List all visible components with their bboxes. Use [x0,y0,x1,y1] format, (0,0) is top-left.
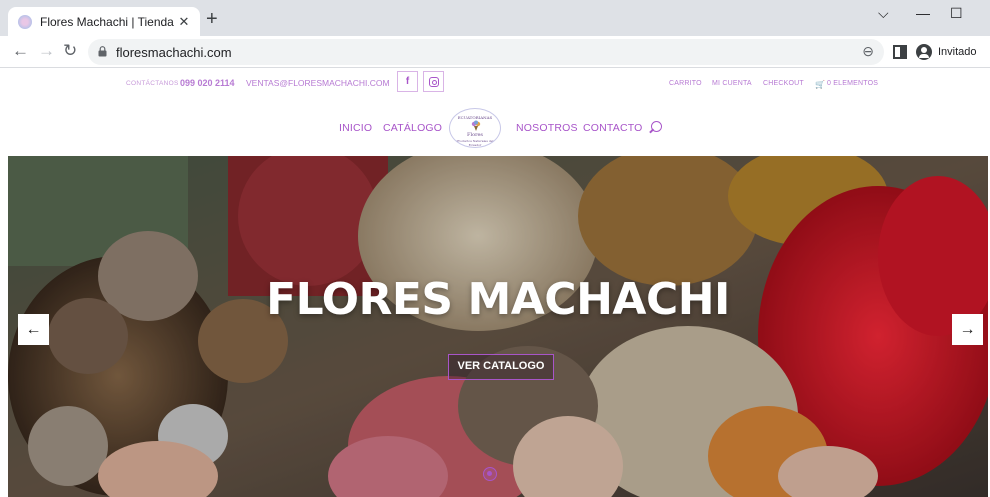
account-link[interactable]: MI CUENTA [712,80,752,87]
search-icon[interactable] [651,121,662,132]
browser-tab[interactable]: Flores Machachi | Tienda Online ✕ [8,7,200,36]
logo-name: Flores [467,132,483,138]
profile-button[interactable]: Invitado [912,40,985,64]
browser-tabstrip: Flores Machachi | Tienda Online ✕ + ⌵ — … [0,0,990,36]
checkout-link[interactable]: CHECKOUT [763,80,804,87]
logo-tagline: Productos Naturales del Ecuador [456,139,494,147]
site-logo[interactable]: ECUATORIANAS Flores Productos Naturales … [449,108,501,148]
site-topbar: CONTÁCTANOS 099 020 2114 VENTAS@FLORESMA… [0,69,990,99]
slide-indicator[interactable] [483,467,497,481]
reload-button[interactable]: ↻ [63,41,77,61]
browser-toolbar: ← → ↻ floresmachachi.com ⊖ Invitado [0,36,990,68]
hero-title: FLORES MACHACHI [266,274,730,325]
facebook-icon[interactable]: f [397,71,418,92]
nav-nosotros[interactable]: NOSOTROS [516,122,578,134]
cart-link[interactable]: CARRITO [669,80,702,87]
zoom-icon[interactable]: ⊖ [862,43,874,60]
profile-label: Invitado [938,46,977,58]
hero-flowers-image [8,156,988,497]
side-panel-icon[interactable] [893,45,907,59]
cart-items-count[interactable]: 0 ELEMENTOS [827,80,878,87]
nav-catalogo[interactable]: CATÁLOGO [383,122,442,134]
ver-catalogo-button[interactable]: VER CATALOGO [448,354,554,380]
next-slide-button[interactable]: → [952,314,983,345]
url-text: floresmachachi.com [116,45,232,60]
new-tab-button[interactable]: + [206,9,218,29]
prev-slide-button[interactable]: ← [18,314,49,345]
forward-button[interactable]: → [38,41,55,61]
main-navigation: INICIO CATÁLOGO ECUATORIANAS Flores Prod… [0,100,990,156]
nav-contacto[interactable]: CONTACTO [583,122,643,134]
nav-inicio[interactable]: INICIO [339,122,372,134]
instagram-link[interactable] [423,71,444,92]
avatar-icon [916,44,932,60]
contact-email[interactable]: VENTAS@FLORESMACHACHI.COM [246,78,390,88]
hero-slider: FLORES MACHACHI VER CATALOGO ← → [8,156,988,497]
tab-title: Flores Machachi | Tienda Online [40,14,176,29]
favicon-icon [18,14,32,29]
instagram-icon [428,76,439,87]
contact-phone[interactable]: 099 020 2114 [180,78,235,88]
lock-icon [98,46,107,57]
cart-icon[interactable]: 🛒 [815,80,825,89]
close-tab-icon[interactable]: ✕ [176,14,192,30]
contact-prefix: CONTÁCTANOS [126,80,179,87]
back-button[interactable]: ← [12,41,29,61]
bouquet-icon [471,120,481,131]
maximize-button[interactable]: ☐ [950,5,963,22]
chevron-down-icon[interactable]: ⌵ [878,5,889,22]
address-bar[interactable]: floresmachachi.com ⊖ [88,39,884,65]
minimize-button[interactable]: — [916,5,930,21]
